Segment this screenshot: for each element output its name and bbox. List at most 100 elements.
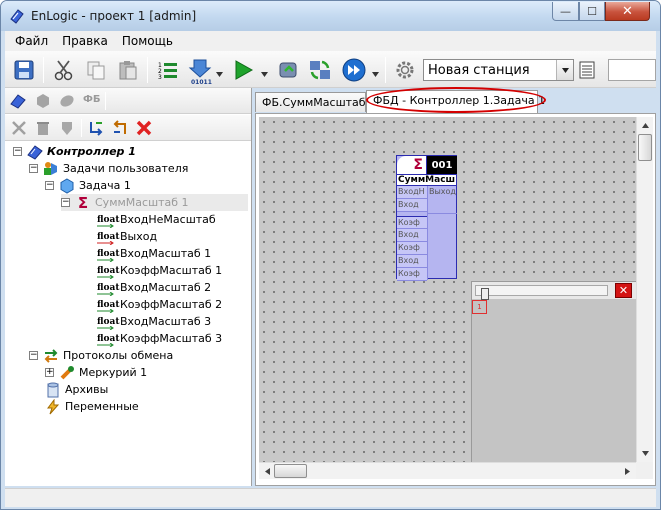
svg-text:3: 3 (158, 74, 162, 81)
function-block[interactable]: Σ 001 СуммМасш ВходН Вход Коэф Вход Коэф… (396, 155, 457, 281)
tree-node-var[interactable]: float ВходМасштаб 1 (97, 245, 211, 262)
delete-button[interactable] (35, 120, 51, 136)
numbered-list-button[interactable]: 123 (155, 57, 181, 83)
inner-close-button[interactable]: ✕ (615, 283, 632, 298)
fast-forward-dropdown-button[interactable] (372, 67, 379, 77)
float-input-icon: float (97, 266, 120, 279)
fb-label[interactable]: ФБ (83, 94, 101, 105)
fbd-canvas[interactable]: Σ 001 СуммМасш ВходН Вход Коэф Вход Коэф… (259, 117, 636, 462)
chevron-down-icon (261, 72, 268, 77)
fb-output-pin[interactable]: Выход (427, 186, 457, 214)
tree-node-variables[interactable]: Переменные (45, 398, 139, 415)
chevron-right-icon (625, 468, 630, 475)
add-object-button[interactable] (59, 93, 75, 109)
add-task-button[interactable] (35, 93, 51, 109)
float-input-icon: float (97, 283, 120, 296)
menu-file[interactable]: Файл (15, 34, 48, 48)
toolbar-text-input[interactable] (608, 59, 656, 81)
horizontal-scroll-thumb[interactable] (274, 464, 307, 478)
tab-fbd-controller[interactable]: ФБД - Контроллер 1.Задача 1 (366, 90, 545, 113)
fb-input-pin[interactable]: Коэф (397, 242, 427, 255)
scroll-right-button[interactable] (619, 463, 636, 480)
properties-button[interactable] (59, 120, 75, 136)
scroll-up-button[interactable] (637, 117, 654, 134)
tab-label: ФБ.СуммМасштаб 1 (262, 96, 377, 109)
move-down-button[interactable] (88, 120, 104, 136)
tree-node-var[interactable]: float КоэффМасштаб 2 (97, 296, 222, 313)
run-dropdown-button[interactable] (261, 67, 268, 77)
fb-divider (427, 214, 428, 280)
expand-toggle[interactable]: − (13, 147, 22, 156)
float-input-icon: float (97, 249, 120, 262)
move-up-button[interactable] (112, 120, 128, 136)
scissors-icon (54, 60, 73, 81)
fb-input-pin[interactable]: Вход (397, 199, 427, 212)
tree-node-var[interactable]: float КоэффМасштаб 1 (97, 262, 222, 279)
expand-toggle[interactable]: − (29, 164, 38, 173)
chevron-down-icon (642, 451, 649, 456)
status-bar (5, 488, 656, 507)
fb-input-pin[interactable]: Коэф (397, 268, 427, 281)
database-upload-icon (279, 62, 297, 78)
tree-node-mercury[interactable]: + Меркурий 1 (45, 364, 147, 381)
station-dropdown-button[interactable] (556, 60, 573, 80)
tree-node-var[interactable]: float ВходМасштаб 2 (97, 279, 211, 296)
menu-bar: Файл Правка Помощь (5, 31, 656, 51)
expand-toggle[interactable]: − (29, 351, 38, 360)
upload-button[interactable] (275, 57, 301, 83)
tree-node-archives[interactable]: Архивы (45, 381, 108, 398)
fb-input-pin[interactable]: Коэф (397, 216, 427, 229)
copy-button[interactable] (83, 57, 109, 83)
fb-input-pin[interactable]: ВходН (397, 186, 427, 199)
tree-node-controller[interactable]: − Контроллер 1 (13, 143, 136, 160)
cut-button[interactable] (51, 57, 77, 83)
paste-button[interactable] (115, 57, 141, 83)
fb-input-pin[interactable]: Вход (397, 255, 427, 268)
disconnect-button[interactable] (11, 120, 27, 136)
expand-toggle[interactable]: + (45, 368, 54, 377)
tree-node-var[interactable]: float ВходМасштаб 3 (97, 313, 211, 330)
tab-label: ФБД - Контроллер 1.Задача 1 (373, 94, 546, 107)
tree-node-var[interactable]: float ВходНеМасштаб (97, 211, 216, 228)
run-button[interactable] (230, 57, 256, 83)
scroll-down-button[interactable] (637, 445, 654, 462)
sync-button[interactable] (307, 57, 333, 83)
sigma-icon: Σ (77, 193, 89, 212)
list-view-button[interactable] (577, 58, 597, 82)
vertical-scroll-thumb[interactable] (638, 134, 652, 161)
chevron-left-icon (265, 468, 270, 475)
tree-toolbar: ФБ (5, 88, 251, 114)
minimize-button[interactable]: — (552, 2, 579, 21)
save-button[interactable] (11, 57, 37, 83)
controller-icon (27, 144, 43, 160)
fb-input-pin[interactable]: Вход (397, 229, 427, 242)
inner-scroll-panel: ✕ 1 (471, 281, 636, 462)
maximize-button[interactable]: ☐ (579, 2, 605, 21)
tree-node-task[interactable]: − Задача 1 (45, 177, 131, 194)
menu-help[interactable]: Помощь (122, 34, 173, 48)
inner-scroll-thumb[interactable] (481, 288, 489, 300)
compile-dropdown-button[interactable] (216, 67, 223, 77)
tree-node-protocols[interactable]: − Протоколы обмена (29, 347, 173, 364)
expand-toggle[interactable]: − (45, 181, 54, 190)
horizontal-scrollbar[interactable] (259, 462, 636, 479)
fast-forward-button[interactable] (341, 57, 367, 83)
tree-node-fb[interactable]: − Σ СуммМасштаб 1 (61, 193, 248, 212)
toolbar-separator (385, 57, 386, 83)
close-button[interactable]: ✕ (605, 2, 650, 21)
remove-button[interactable] (136, 120, 152, 136)
tree-node-user-tasks[interactable]: − Задачи пользователя (29, 160, 188, 177)
station-select[interactable]: Новая станция (423, 59, 574, 81)
expand-toggle[interactable]: − (61, 198, 70, 207)
vertical-scrollbar[interactable] (636, 117, 653, 462)
tab-fb-summ[interactable]: ФБ.СуммМасштаб 1 (255, 92, 376, 112)
tree-node-var[interactable]: float КоэффМасштаб 3 (97, 330, 222, 347)
tree-node-var[interactable]: float Выход (97, 228, 157, 245)
fb-header: Σ 001 (397, 156, 457, 174)
close-icon: ✕ (618, 284, 629, 297)
menu-edit[interactable]: Правка (62, 34, 108, 48)
add-controller-button[interactable] (10, 93, 26, 109)
inner-scroll-track[interactable] (475, 285, 608, 300)
settings-button[interactable] (392, 57, 418, 83)
tree-label: ВходМасштаб 3 (120, 315, 212, 328)
